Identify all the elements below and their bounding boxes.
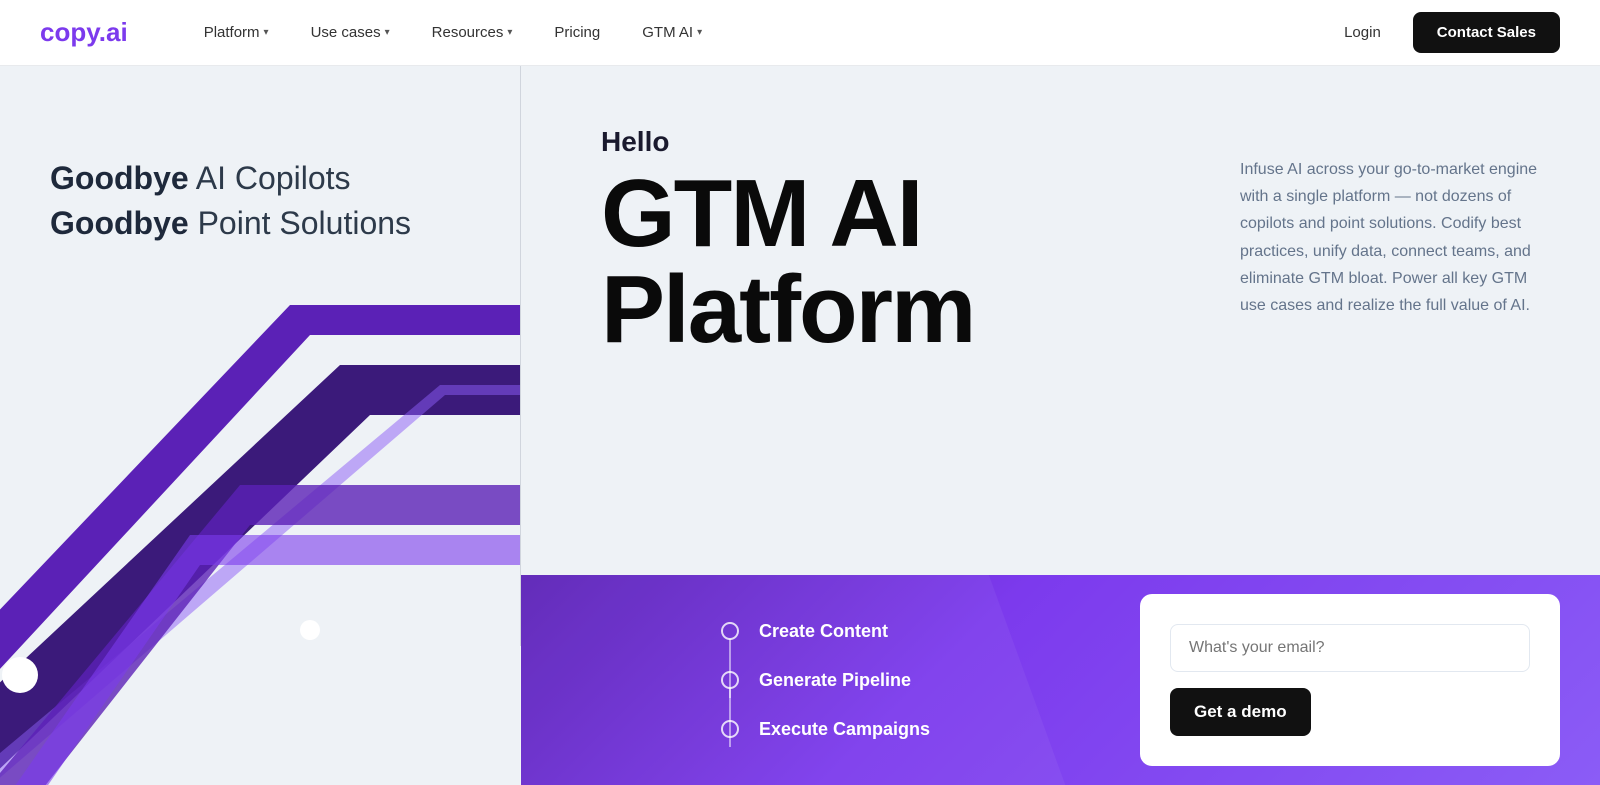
login-link[interactable]: Login [1328, 16, 1397, 49]
nav-item-gtmai[interactable]: GTM AI ▾ [626, 16, 718, 49]
get-demo-button[interactable]: Get a demo [1170, 688, 1311, 736]
menu-item-create-content[interactable]: Create Content [721, 607, 1140, 656]
nav-item-pricing[interactable]: Pricing [538, 16, 616, 49]
nav-links: Platform ▾ Use cases ▾ Resources ▾ Prici… [188, 16, 1328, 49]
right-section: Hello GTM AI Platform Infuse AI across y… [521, 66, 1600, 785]
gtm-title: GTM AI Platform [601, 166, 1180, 358]
menu-item-generate-pipeline[interactable]: Generate Pipeline [721, 656, 1140, 705]
hello-text: Hello [601, 126, 1180, 158]
hero-text: Hello GTM AI Platform [601, 126, 1180, 535]
track-svg [0, 285, 520, 785]
email-input[interactable] [1170, 624, 1530, 672]
menu-dot-icon [721, 671, 739, 689]
headline-line1: Goodbye AI Copilots [50, 156, 411, 201]
menu-items: Create Content Generate Pipeline Execute… [521, 575, 1140, 785]
nav-right: Login Contact Sales [1328, 12, 1560, 53]
contact-sales-button[interactable]: Contact Sales [1413, 12, 1560, 53]
left-panel: Goodbye AI Copilots Goodbye Point Soluti… [0, 66, 520, 785]
hero-area: Hello GTM AI Platform Infuse AI across y… [521, 66, 1600, 575]
chevron-down-icon: ▾ [264, 27, 269, 38]
left-headline: Goodbye AI Copilots Goodbye Point Soluti… [50, 156, 411, 246]
logo-text: copy.ai [40, 17, 128, 47]
menu-item-execute-campaigns[interactable]: Execute Campaigns [721, 705, 1140, 754]
headline-line2: Goodbye Point Solutions [50, 201, 411, 246]
email-form-panel: Get a demo [1140, 594, 1560, 766]
main-content: Goodbye AI Copilots Goodbye Point Soluti… [0, 66, 1600, 785]
menu-dot-icon [721, 622, 739, 640]
nav-item-platform[interactable]: Platform ▾ [188, 16, 285, 49]
hero-description: Infuse AI across your go-to-market engin… [1240, 126, 1540, 535]
logo[interactable]: copy.ai [40, 17, 128, 48]
navbar: copy.ai Platform ▾ Use cases ▾ Resources… [0, 0, 1600, 66]
track-graphic [0, 285, 520, 785]
nav-item-usecases[interactable]: Use cases ▾ [295, 16, 406, 49]
bottom-section: Create Content Generate Pipeline Execute… [521, 575, 1600, 785]
chevron-down-icon: ▾ [507, 27, 512, 38]
menu-dot-icon [721, 720, 739, 738]
chevron-down-icon: ▾ [385, 27, 390, 38]
nav-item-resources[interactable]: Resources ▾ [416, 16, 529, 49]
chevron-down-icon: ▾ [697, 27, 702, 38]
